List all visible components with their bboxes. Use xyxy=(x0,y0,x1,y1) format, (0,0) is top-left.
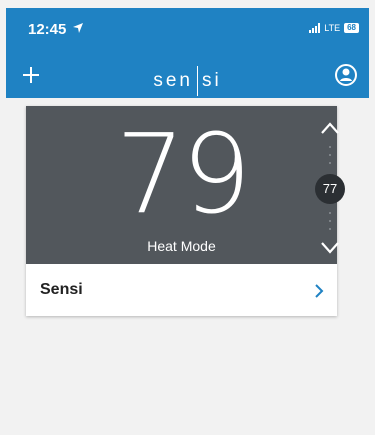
logo-divider xyxy=(196,66,198,96)
device-row[interactable]: Sensi xyxy=(26,264,337,316)
current-temperature: 79 xyxy=(115,110,252,238)
thermostat-card: 79 Heat Mode 77 Sensi xyxy=(26,106,345,316)
battery-icon: 68 xyxy=(344,23,359,33)
location-arrow-icon xyxy=(73,23,83,33)
chevron-right-icon xyxy=(315,284,324,298)
sensi-logo: sen si xyxy=(6,66,369,96)
account-icon[interactable] xyxy=(334,63,358,87)
increase-setpoint-icon[interactable] xyxy=(319,120,341,136)
status-indicators: LTE 68 xyxy=(309,23,359,33)
setpoint-track-lower xyxy=(329,212,331,236)
status-time: 12:45 xyxy=(28,21,67,38)
app-header: 12:45 LTE 68 sen si xyxy=(6,8,369,98)
network-label: LTE xyxy=(324,23,341,33)
thermostat-display[interactable]: 79 Heat Mode 77 xyxy=(26,106,345,264)
logo-text-left: sen xyxy=(153,70,193,91)
status-bar: 12:45 LTE 68 xyxy=(6,8,369,52)
mode-label: Heat Mode xyxy=(147,238,216,254)
logo-text-right: si xyxy=(201,70,222,91)
signal-icon xyxy=(309,23,321,33)
decrease-setpoint-icon[interactable] xyxy=(319,240,341,256)
setpoint-track-upper xyxy=(329,146,331,170)
nav-bar: sen si xyxy=(6,56,369,96)
setpoint-badge: 77 xyxy=(315,174,345,204)
device-name: Sensi xyxy=(40,281,83,298)
